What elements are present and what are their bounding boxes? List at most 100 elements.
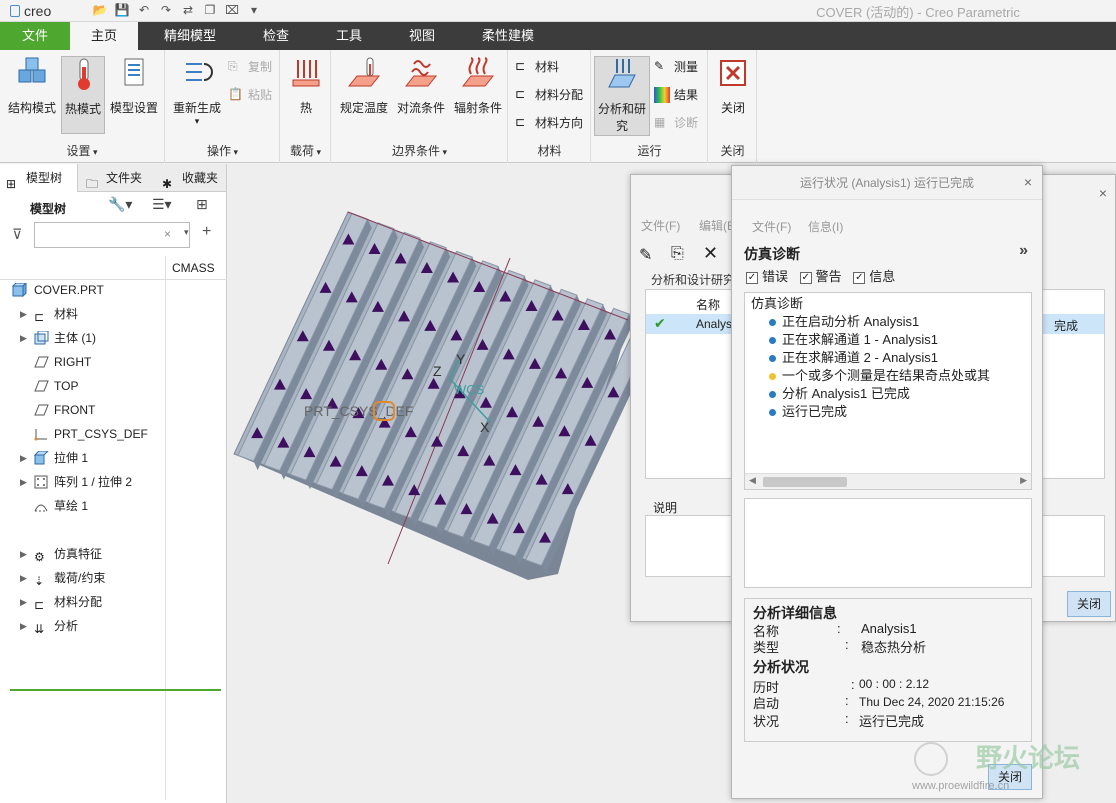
convection-button[interactable]: 对流条件 [393,56,449,116]
material-icon: ⊏ [515,58,526,73]
diagnostics-icon: ▦ [654,114,666,129]
tab-view[interactable]: 视图 [392,22,452,50]
model-setup-icon [124,58,144,86]
tree-insert-marker[interactable] [10,689,221,691]
status-dot-icon [769,373,776,381]
regenerate-icon [186,63,213,81]
tab-favorites[interactable]: ✱ 收藏夹 [156,164,226,192]
filter-errors-checkbox[interactable]: ✓ 错误 [746,269,788,284]
status-dot-icon [769,319,776,327]
delete-icon[interactable]: ✕ [703,243,718,264]
structural-mode-button[interactable]: 结构模式 [4,56,60,116]
clear-filter-icon[interactable]: × [164,227,171,241]
measure-button[interactable]: ✎ 测量 [654,58,698,75]
expand-icon[interactable]: ▶ [20,568,30,588]
diagnostic-line[interactable]: 分析 Analysis1 已完成 [769,385,990,403]
scroll-left-icon[interactable]: ◀ [749,475,756,486]
filter-warnings-checkbox[interactable]: ✓ 警告 [799,269,842,284]
tab-refine-model[interactable]: 精细模型 [148,22,232,50]
analyses-studies-icon [608,59,636,88]
analysis-details: 分析详细信息 名称 : Analysis1 类型 : 稳态热分析 分析状况 历时… [744,598,1032,742]
radiation-icon [461,57,495,87]
dialog-close-icon[interactable]: × [1099,185,1107,201]
scroll-right-icon[interactable]: ▶ [1020,475,1027,486]
copy-button[interactable]: ⎘ 复制 [228,58,272,75]
close-icon [720,60,746,86]
group-label-loads[interactable]: 载荷 [281,142,330,159]
filter-info-checkbox[interactable]: ✓ 信息 [853,269,895,284]
tab-model-tree[interactable]: ⊞ 模型树 [0,164,78,192]
window-title: COVER (活动的) - Creo Parametric [816,5,1020,20]
expand-icon[interactable]: ▶ [20,616,30,636]
material-assignment-button[interactable]: ⊏ 材料分配 [515,86,583,103]
menu-file[interactable]: 文件(F) [752,218,791,235]
material-orientation-button[interactable]: ⊏ 材料方向 [515,114,583,131]
results-button[interactable]: 结果 [654,86,698,103]
datum-plane-icon [34,404,49,416]
status-title: 分析状况 [753,659,809,675]
close-button[interactable]: 关闭 [713,56,753,116]
tab-home[interactable]: 主页 [70,22,138,50]
extrude-icon [34,451,49,465]
show-icon[interactable]: ☰▾ [152,196,172,213]
diagnostic-line[interactable]: 正在求解通道 1 - Analysis1 [769,331,990,349]
model-tree-title: 模型树 [30,202,67,216]
pattern-icon [34,475,48,489]
menu-info[interactable]: 信息(I) [808,218,843,235]
group-label-setup[interactable]: 设置 [0,142,164,159]
prescribed-temperature-button[interactable]: 规定温度 [336,56,392,116]
start-label: 启动 [753,696,780,711]
diagnostic-line[interactable]: 运行已完成 [769,403,990,421]
material-button[interactable]: ⊏ 材料 [515,58,559,75]
diagnostics-list[interactable]: 仿真诊断 正在启动分析 Analysis1 正在求解通道 1 - Analysis… [744,292,1032,490]
tab-flexible-modeling[interactable]: 柔性建模 [466,22,550,50]
tab-inspect[interactable]: 检查 [244,22,308,50]
add-column-icon[interactable]: + [202,223,211,241]
wcs-label: WCS [454,382,485,397]
regenerate-button[interactable]: 重新生成 ▾ [168,56,226,127]
filter-settings-icon[interactable]: ⊞ [196,196,208,213]
expand-icon[interactable]: ▶ [20,544,30,564]
run-dialog-close-icon[interactable]: × [1024,174,1032,190]
radiation-button[interactable]: 辐射条件 [450,56,506,116]
analyses-studies-button[interactable]: 分析和研究 [594,56,650,136]
column-name: 名称 [696,298,721,312]
expand-icon[interactable]: ▶ [20,592,30,612]
filter-dropdown-icon[interactable]: ▾ [184,227,189,238]
diagnostic-line[interactable]: 一个或多个测量是在结果奇点处或其 [769,367,990,385]
expand-icon[interactable]: ▶ [20,448,30,468]
copy-icon[interactable]: ⎘ [671,245,684,263]
tab-folder[interactable]: 🗀 文件夹 [80,164,152,192]
detail-name-value: Analysis1 [861,621,917,636]
horizontal-scrollbar[interactable]: ◀ ▶ [745,473,1031,489]
heat-load-button[interactable]: 热 [285,56,327,116]
group-label-operations[interactable]: 操作 [166,142,279,159]
expand-icon[interactable]: ▶ [20,304,30,324]
thermal-mode-button[interactable]: 热模式 [61,56,105,134]
measure-icon: ✎ [654,58,665,73]
expand-panel-icon[interactable]: » [1019,242,1028,260]
group-label-boundary[interactable]: 边界条件 [332,142,507,159]
settings-icon[interactable]: 🔧▾ [108,196,132,213]
diagnostics-button[interactable]: ▦ 诊断 [654,114,698,131]
expand-icon[interactable]: ▶ [20,328,30,348]
run-dialog-close-button[interactable]: 关闭 [988,764,1032,790]
message-box[interactable] [744,498,1032,588]
diagnostic-line[interactable]: 正在启动分析 Analysis1 [769,313,990,331]
model-tree-icon: ⊞ [6,177,17,191]
model-setup-button[interactable]: 模型设置 [106,56,162,116]
menu-file[interactable]: 文件(F) [641,217,680,234]
column-cmass[interactable]: CMASS [165,256,215,280]
prescribed-temperature-icon [347,57,381,87]
edit-icon[interactable]: ✎ [639,245,652,265]
tab-file[interactable]: 文件 [0,22,70,50]
studies-close-button[interactable]: 关闭 [1067,591,1111,617]
diagnostic-line[interactable]: 正在求解通道 2 - Analysis1 [769,349,990,367]
scrollbar-thumb[interactable] [763,477,847,487]
tab-tools[interactable]: 工具 [318,22,380,50]
expand-icon[interactable]: ▶ [20,472,30,492]
part-icon [12,283,27,297]
tree-column-header: CMASS [0,256,227,280]
state-label: 状况 [753,714,780,729]
paste-button[interactable]: 📋 粘贴 [228,86,272,103]
